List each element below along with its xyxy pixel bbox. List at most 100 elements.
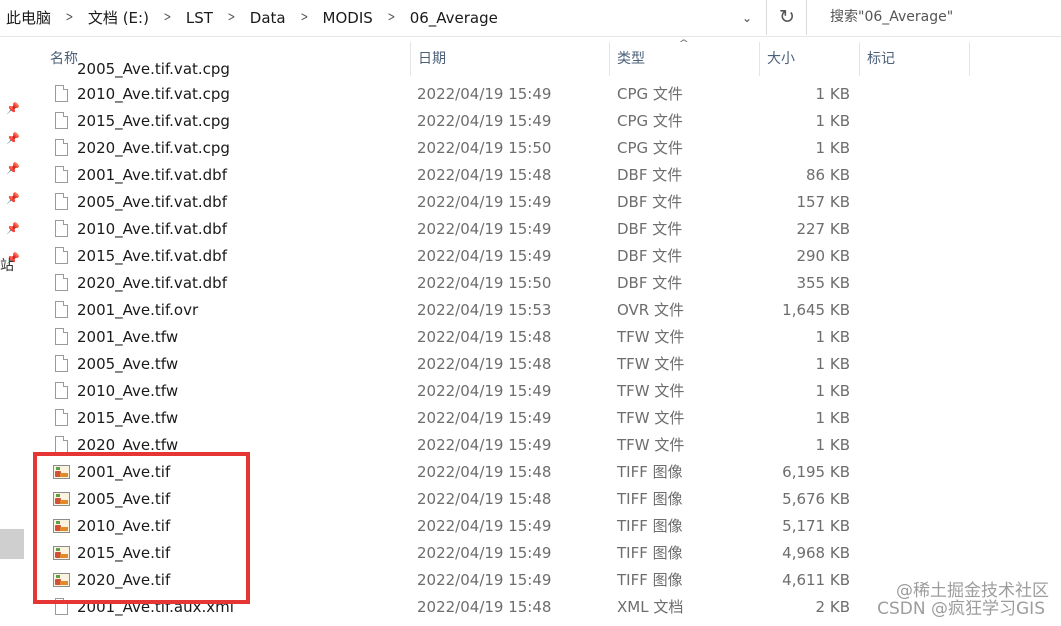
file-type: TIFF 图像 (617, 544, 683, 562)
breadcrumb-item[interactable]: Data (250, 9, 286, 27)
document-icon (55, 247, 69, 265)
file-name: 2001_Ave.tif.vat.dbf (77, 166, 227, 184)
file-name: 2015_Ave.tif.vat.dbf (77, 247, 227, 265)
file-date: 2022/04/19 15:49 (417, 517, 552, 535)
file-date: 2022/04/19 15:48 (417, 598, 552, 616)
file-row[interactable]: 2010_Ave.tif.vat.dbf 2022/04/19 15:49 DBF … (0, 216, 1061, 243)
document-icon (55, 382, 69, 400)
file-date: 2022/04/19 15:49 (417, 544, 552, 562)
refresh-icon[interactable]: ↻ (768, 0, 807, 35)
breadcrumb-item[interactable]: 06_Average (410, 9, 498, 27)
chevron-right-icon[interactable]: > (164, 10, 172, 25)
sort-ascending-icon: ^ (678, 39, 690, 49)
file-type: TIFF 图像 (617, 490, 683, 508)
file-size: 1 KB (815, 328, 850, 346)
file-name: 2001_Ave.tif.ovr (77, 301, 199, 319)
file-name: 2005_Ave.tif.vat.cpg (77, 60, 230, 78)
chevron-right-icon[interactable]: > (66, 10, 74, 25)
file-size: 1 KB (815, 139, 850, 157)
file-type: CPG 文件 (617, 85, 683, 103)
file-type: TFW 文件 (617, 328, 685, 346)
file-type: TIFF 图像 (617, 517, 683, 535)
file-name: 2005_Ave.tif.vat.dbf (77, 193, 227, 211)
file-size: 5,676 KB (782, 490, 850, 508)
file-type: DBF 文件 (617, 247, 683, 265)
document-icon (55, 355, 69, 373)
file-date: 2022/04/19 15:48 (417, 490, 552, 508)
file-row[interactable]: 2005_Ave.tif.vat.dbf 2022/04/19 15:49 DBF … (0, 189, 1061, 216)
document-icon (55, 112, 69, 130)
chevron-right-icon[interactable]: > (387, 10, 395, 25)
file-date: 2022/04/19 15:49 (417, 571, 552, 589)
file-type: XML 文档 (617, 598, 684, 616)
document-icon (55, 274, 69, 292)
file-type: TFW 文件 (617, 355, 685, 373)
watermark: @稀土掘金技术社区 CSDN @疯狂学习GIS (877, 582, 1049, 619)
file-date: 2022/04/19 15:49 (417, 409, 552, 427)
file-name: 2020_Ave.tif.vat.dbf (77, 274, 227, 292)
breadcrumb-item[interactable]: 文档 (E:) (88, 7, 149, 28)
file-date: 2022/04/19 15:49 (417, 193, 552, 211)
breadcrumb-item[interactable]: MODIS (323, 9, 373, 27)
chevron-right-icon[interactable]: > (300, 10, 308, 25)
file-size: 1 KB (815, 355, 850, 373)
breadcrumb-item[interactable]: 此电脑 (6, 7, 51, 28)
file-type: DBF 文件 (617, 220, 683, 238)
file-row[interactable]: 2001_Ave.tfw 2022/04/19 15:48 TFW 文件 1 KB (0, 324, 1061, 351)
file-size: 355 KB (796, 274, 850, 292)
file-row[interactable]: 2001_Ave.tif.ovr 2022/04/19 15:53 OVR 文件 1,… (0, 297, 1061, 324)
file-name: 2010_Ave.tif.vat.cpg (77, 85, 230, 103)
document-icon (55, 409, 69, 427)
file-type: TIFF 图像 (617, 571, 683, 589)
document-icon (55, 139, 69, 157)
file-size: 1 KB (815, 112, 850, 130)
watermark-line-2: CSDN @疯狂学习GIS (877, 599, 1045, 619)
file-date: 2022/04/19 15:49 (417, 382, 552, 400)
document-icon (55, 220, 69, 238)
file-name: 2015_Ave.tfw (77, 409, 179, 427)
file-size: 1 KB (815, 409, 850, 427)
address-bar: 此电脑 > 文档 (E:) > LST > Data > MODIS >06_Average ⌄ … (0, 0, 1061, 37)
file-name: 2001_Ave.tfw (77, 328, 179, 346)
file-type: CPG 文件 (617, 112, 683, 130)
file-size: 227 KB (796, 220, 850, 238)
chevron-down-icon[interactable]: ⌄ (736, 8, 758, 28)
file-date: 2022/04/19 15:50 (417, 274, 552, 292)
file-type: DBF 文件 (617, 274, 683, 292)
file-size: 5,171 KB (782, 517, 850, 535)
file-row[interactable]: 2005_Ave.tfw 2022/04/19 15:48 TFW 文件 1 KB (0, 351, 1061, 378)
file-date: 2022/04/19 15:48 (417, 328, 552, 346)
document-icon (55, 193, 69, 211)
breadcrumb-item[interactable]: LST (186, 9, 213, 27)
file-row[interactable]: 2015_Ave.tfw 2022/04/19 15:49 TFW 文件 1 KB (0, 405, 1061, 432)
file-type: CPG 文件 (617, 139, 683, 157)
search-input[interactable]: 搜索"06_Average" (820, 0, 1061, 35)
chevron-right-icon[interactable]: > (228, 10, 236, 25)
file-type: TFW 文件 (617, 409, 685, 427)
file-row[interactable]: 2020_Ave.tif.vat.dbf 2022/04/19 15:50 DBF … (0, 270, 1061, 297)
breadcrumb-items: 此电脑 > 文档 (E:) > LST > Data > MODIS >06_Average (6, 0, 498, 35)
file-row[interactable]: 2010_Ave.tif.vat.cpg 2022/04/19 15:49 CPG … (0, 81, 1061, 108)
file-row[interactable]: 2015_Ave.tif.vat.cpg 2022/04/19 15:49 CPG … (0, 108, 1061, 135)
file-date: 2022/04/19 15:49 (417, 220, 552, 238)
file-row[interactable]: 2020_Ave.tif.vat.cpg 2022/04/19 15:50 CPG … (0, 135, 1061, 162)
file-date: 2022/04/19 15:49 (417, 85, 552, 103)
file-date: 2022/04/19 15:49 (417, 112, 552, 130)
file-size: 86 KB (806, 166, 850, 184)
breadcrumb[interactable]: 此电脑 > 文档 (E:) > LST > Data > MODIS >06_Average ⌄ (0, 0, 767, 35)
file-row[interactable]: 2001_Ave.tif.vat.dbf 2022/04/19 15:48 DBF … (0, 162, 1061, 189)
file-size: 1 KB (815, 85, 850, 103)
file-row[interactable]: 2010_Ave.tfw 2022/04/19 15:49 TFW 文件 1 KB (0, 378, 1061, 405)
file-size: 1 KB (815, 436, 850, 454)
file-name: 2015_Ave.tif.vat.cpg (77, 112, 230, 130)
file-size: 4,968 KB (782, 544, 850, 562)
watermark-line-1: @稀土掘金技术社区 (896, 581, 1049, 601)
file-date: 2022/04/19 15:48 (417, 355, 552, 373)
file-type: DBF 文件 (617, 166, 683, 184)
file-row[interactable]: 2015_Ave.tif.vat.dbf 2022/04/19 15:49 DBF … (0, 243, 1061, 270)
file-size: 4,611 KB (782, 571, 850, 589)
file-name: 2005_Ave.tfw (77, 355, 179, 373)
document-icon (55, 85, 69, 103)
file-size: 1 KB (815, 382, 850, 400)
highlight-box (33, 452, 250, 604)
